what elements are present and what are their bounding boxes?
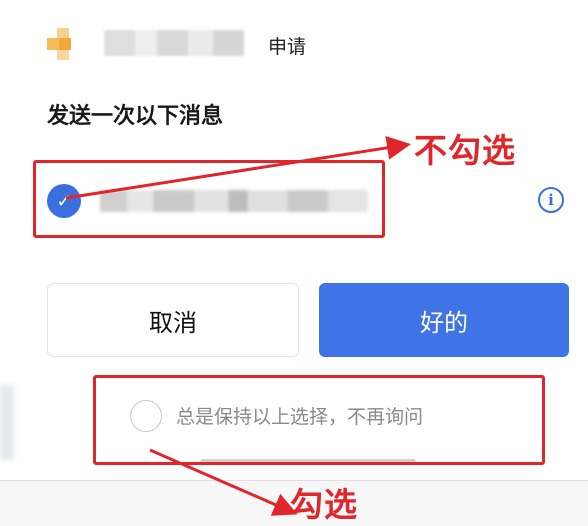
arrow-from-check-note: [149, 448, 298, 516]
annotation-uncheck: 不勾选: [414, 131, 516, 170]
annotation-arrows: [65, 135, 411, 516]
annotation-check: 勾选: [290, 485, 358, 524]
arrow-to-uncheck-note: [65, 135, 411, 200]
